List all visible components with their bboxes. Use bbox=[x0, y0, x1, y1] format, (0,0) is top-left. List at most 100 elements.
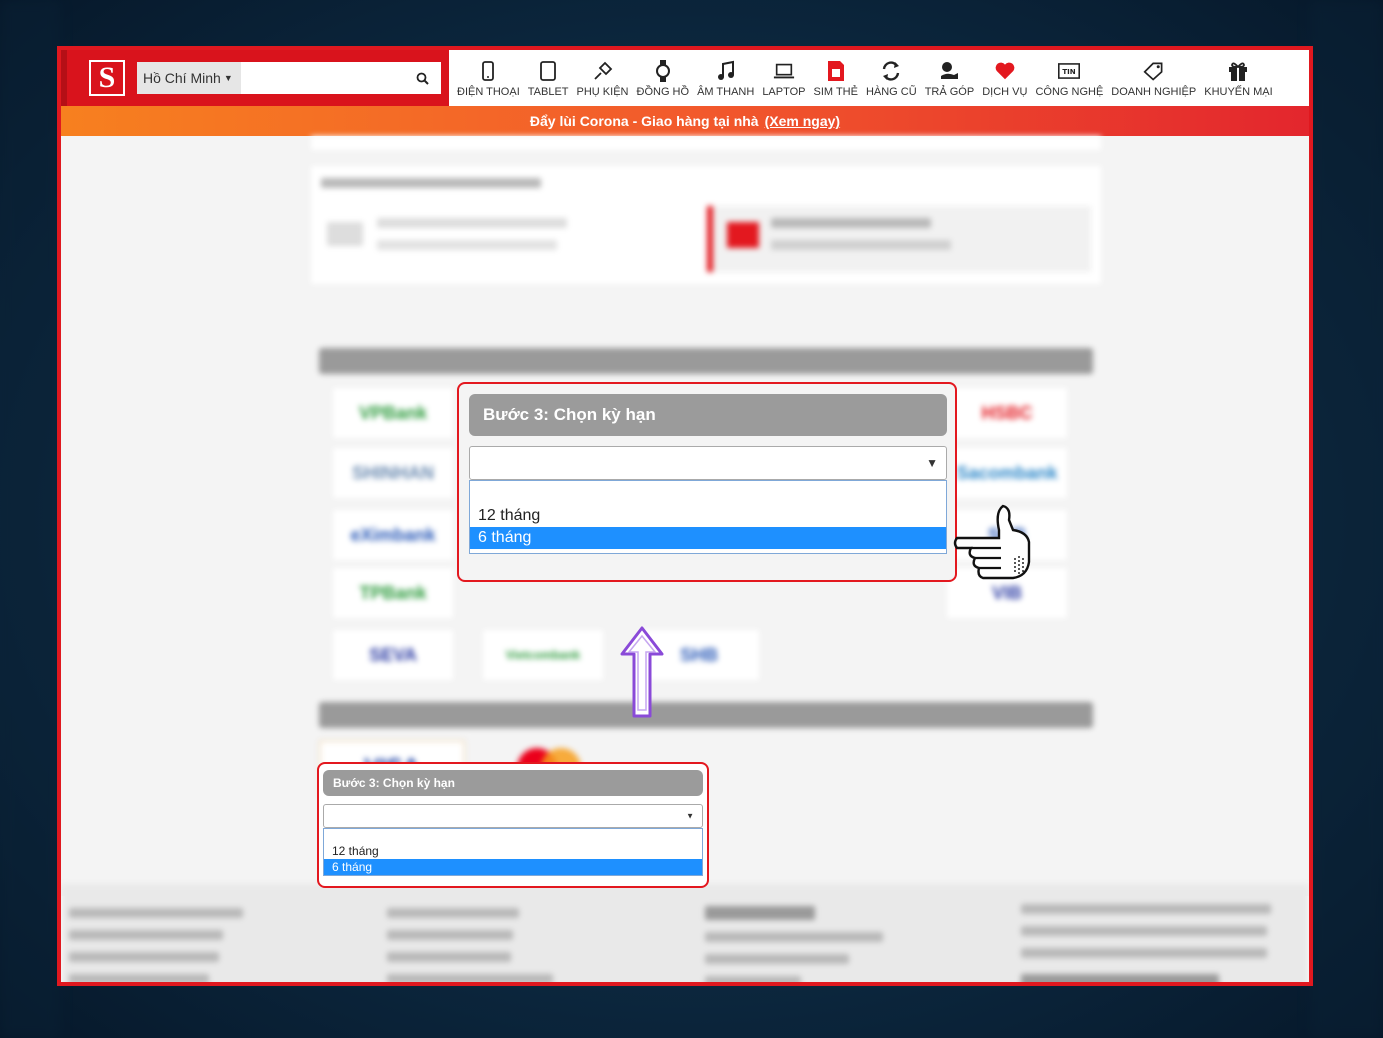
term-options-list: 12 tháng 6 tháng bbox=[469, 480, 947, 554]
search-icon[interactable] bbox=[416, 72, 429, 85]
footer bbox=[61, 884, 1309, 982]
footer-link bbox=[69, 908, 243, 918]
card-top bbox=[311, 136, 1101, 150]
shipping-options-card bbox=[311, 166, 1101, 284]
city-select[interactable]: Hồ Chí Minh ▼ bbox=[137, 62, 241, 94]
footer-link bbox=[69, 930, 223, 940]
footer-link bbox=[1021, 948, 1267, 958]
nav-laptop[interactable]: LAPTOP bbox=[758, 50, 809, 106]
footer-heading bbox=[705, 906, 815, 920]
nav-label: TRẢ GÓP bbox=[924, 86, 975, 98]
nav-cong-nghe[interactable]: TIN CÔNG NGHỆ bbox=[1031, 50, 1107, 106]
tablet-icon bbox=[537, 60, 559, 82]
bank-logo: TPBank bbox=[333, 568, 453, 618]
nav-label: KHUYẾN MẠI bbox=[1204, 86, 1273, 98]
watch-icon bbox=[652, 60, 674, 82]
text-line bbox=[771, 240, 951, 250]
text-line bbox=[327, 222, 363, 246]
footer-link bbox=[69, 974, 209, 982]
footer-link bbox=[705, 954, 849, 964]
nav-phu-kien[interactable]: PHỤ KIỆN bbox=[573, 50, 633, 106]
nav-label: ÂM THANH bbox=[697, 86, 755, 98]
text-line bbox=[321, 178, 541, 188]
nav-label: LAPTOP bbox=[762, 86, 806, 98]
installment-icon bbox=[938, 60, 960, 82]
nav-tra-gop[interactable]: TRẢ GÓP bbox=[921, 50, 979, 106]
search-input[interactable] bbox=[241, 62, 441, 94]
refresh-icon bbox=[880, 60, 902, 82]
text-line bbox=[377, 218, 567, 228]
step3-zoom-panel: Bước 3: Chọn kỳ hạn ▼ 12 tháng 6 tháng bbox=[457, 382, 957, 582]
nav-dich-vu[interactable]: DỊCH VỤ bbox=[978, 50, 1031, 106]
gift-icon bbox=[1227, 60, 1249, 82]
accessory-icon bbox=[592, 60, 614, 82]
pointing-hand-icon bbox=[953, 504, 1031, 580]
bank-logo: SEVA bbox=[333, 630, 453, 680]
nav-label: SIM THẺ bbox=[813, 86, 858, 98]
section-bar bbox=[319, 348, 1093, 374]
term-select[interactable]: ▼ bbox=[469, 446, 947, 480]
term-option-6[interactable]: 6 tháng bbox=[470, 527, 946, 549]
news-icon: TIN bbox=[1058, 60, 1081, 82]
dropdown-arrow-icon: ▼ bbox=[686, 811, 694, 821]
nav-dien-thoai[interactable]: ĐIỆN THOẠI bbox=[453, 50, 524, 106]
caret-down-icon: ▼ bbox=[223, 73, 233, 83]
highlight-frame: S Hồ Chí Minh ▼ ĐIỆN THOẠI TABLET PHỤ KI… bbox=[57, 46, 1313, 986]
nav-label: ĐIỆN THOẠI bbox=[457, 86, 520, 98]
footer-link bbox=[1021, 904, 1271, 914]
background-right bbox=[1310, 0, 1383, 1038]
promo-link[interactable]: (Xem ngay) bbox=[765, 113, 840, 129]
main-nav: ĐIỆN THOẠI TABLET PHỤ KIỆN ĐỒNG HỒ ÂM TH… bbox=[449, 50, 1277, 106]
promo-text: Đẩy lùi Corona - Giao hàng tại nhà bbox=[529, 113, 759, 129]
bank-logo: HSBC bbox=[947, 388, 1067, 438]
term-option-12[interactable]: 12 tháng bbox=[470, 505, 946, 527]
option-icon bbox=[727, 222, 759, 248]
up-arrow-icon bbox=[620, 626, 664, 718]
step3-panel: Bước 3: Chọn kỳ hạn ▼ 12 tháng 6 tháng bbox=[317, 762, 709, 888]
footer-link bbox=[387, 930, 513, 940]
service-icon bbox=[994, 60, 1016, 82]
dropdown-arrow-icon: ▼ bbox=[926, 456, 938, 470]
site-logo[interactable]: S bbox=[89, 60, 125, 96]
footer-link bbox=[387, 952, 511, 962]
term-options-list: 12 tháng 6 tháng bbox=[323, 828, 703, 876]
music-icon bbox=[715, 60, 737, 82]
nav-label: DỊCH VỤ bbox=[982, 86, 1028, 98]
nav-doanh-nghiep[interactable]: DOANH NGHIỆP bbox=[1107, 50, 1200, 106]
nav-am-thanh[interactable]: ÂM THANH bbox=[693, 50, 758, 106]
nav-dong-ho[interactable]: ĐỒNG HỒ bbox=[633, 50, 694, 106]
tag-icon bbox=[1143, 60, 1165, 82]
sim-icon bbox=[825, 60, 847, 82]
city-label: Hồ Chí Minh bbox=[143, 70, 221, 86]
option-label: 6 tháng bbox=[332, 860, 373, 874]
term-option-12[interactable]: 12 tháng bbox=[324, 843, 702, 859]
footer-link bbox=[705, 976, 801, 982]
nav-label: PHỤ KIỆN bbox=[576, 86, 629, 98]
nav-label: HÀNG CŨ bbox=[865, 86, 917, 98]
bank-logo: VPBank bbox=[333, 388, 453, 438]
footer-link bbox=[387, 908, 519, 918]
footer-link bbox=[705, 932, 883, 942]
nav-tablet[interactable]: TABLET bbox=[524, 50, 573, 106]
promo-banner: Đẩy lùi Corona - Giao hàng tại nhà (Xem … bbox=[61, 106, 1309, 136]
laptop-icon bbox=[773, 60, 795, 82]
nav-label: TABLET bbox=[527, 86, 569, 98]
footer-link bbox=[69, 952, 219, 962]
term-option-6[interactable]: 6 tháng bbox=[324, 859, 702, 875]
nav-hang-cu[interactable]: HÀNG CŨ bbox=[862, 50, 921, 106]
footer-link bbox=[387, 974, 553, 982]
footer-link bbox=[1021, 926, 1267, 936]
step3-title-text: Bước 3: Chọn kỳ hạn bbox=[333, 776, 455, 790]
phone-icon bbox=[477, 60, 499, 82]
option-label: 12 tháng bbox=[478, 507, 541, 524]
bank-logo: eXimbank bbox=[333, 510, 453, 560]
selected-option bbox=[707, 206, 1091, 272]
nav-khuyen-mai[interactable]: KHUYẾN MẠI bbox=[1200, 50, 1276, 106]
bank-logo: Sacombank bbox=[947, 448, 1067, 498]
logo-area: S Hồ Chí Minh ▼ bbox=[61, 50, 449, 106]
background-left bbox=[0, 0, 60, 1038]
footer-heading bbox=[1021, 974, 1219, 982]
option-label: 6 tháng bbox=[478, 529, 532, 546]
term-select[interactable]: ▼ bbox=[323, 804, 703, 828]
nav-sim-the[interactable]: SIM THẺ bbox=[810, 50, 862, 106]
